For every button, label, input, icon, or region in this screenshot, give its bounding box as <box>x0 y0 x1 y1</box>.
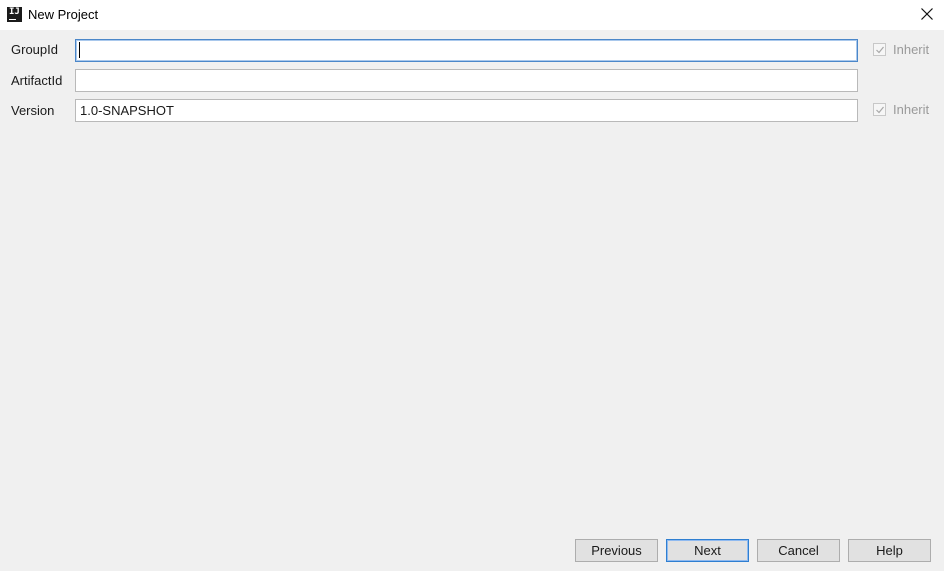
checkmark-icon <box>876 46 884 54</box>
group-id-inherit-label: Inherit <box>893 42 930 57</box>
version-input[interactable] <box>75 99 858 122</box>
version-label: Version <box>11 103 55 118</box>
help-button[interactable]: Help <box>848 539 931 562</box>
previous-button[interactable]: Previous <box>575 539 658 562</box>
group-id-label: GroupId <box>11 42 58 57</box>
next-button[interactable]: Next <box>666 539 749 562</box>
text-caret <box>79 42 80 58</box>
app-icon-text: IJ <box>9 7 20 17</box>
version-inherit-box <box>873 103 886 116</box>
group-id-input[interactable] <box>75 39 858 62</box>
intellij-logo-icon: IJ <box>7 7 22 22</box>
close-icon <box>921 8 933 20</box>
version-inherit-label: Inherit <box>893 102 930 117</box>
window-title: New Project <box>28 7 99 22</box>
title-bar: IJ New Project <box>0 0 944 30</box>
artifact-id-input[interactable] <box>75 69 858 92</box>
artifact-id-label: ArtifactId <box>11 73 63 88</box>
group-id-inherit-box <box>873 43 886 56</box>
checkmark-icon <box>876 106 884 114</box>
cancel-button[interactable]: Cancel <box>757 539 840 562</box>
close-button[interactable] <box>910 0 944 30</box>
